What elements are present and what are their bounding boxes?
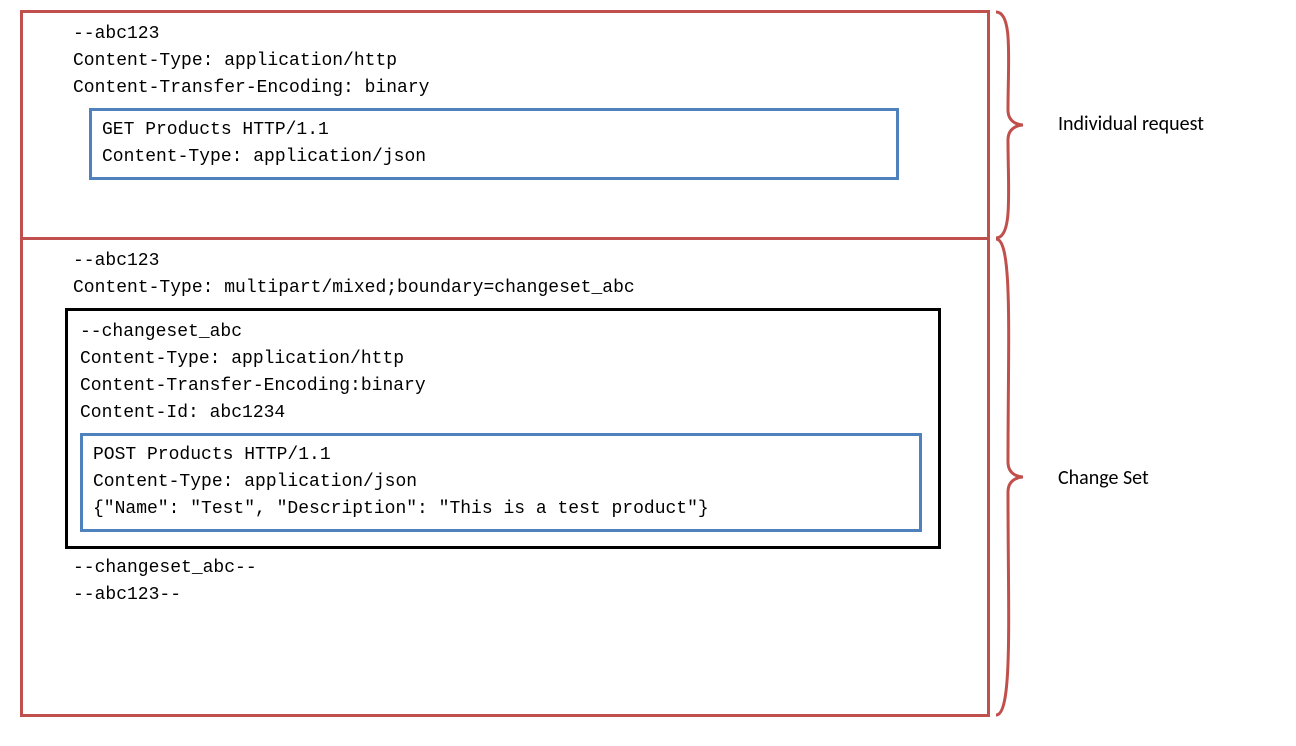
changeset-inner-box: --changeset_abc Content-Type: applicatio… — [65, 308, 941, 549]
individual-request-box: --abc123 Content-Type: application/http … — [20, 10, 990, 240]
content-id-line: Content-Id: abc1234 — [80, 400, 928, 427]
content-type-line: Content-Type: application/http — [80, 346, 928, 373]
changeset-boundary-line: --changeset_abc — [80, 319, 928, 346]
boundary-line: --abc123 — [73, 21, 979, 48]
brace-change-set — [988, 237, 1048, 717]
batch-end-boundary: --abc123-- — [73, 582, 979, 609]
get-request-box: GET Products HTTP/1.1 Content-Type: appl… — [89, 108, 899, 180]
change-set-box: --abc123 Content-Type: multipart/mixed;b… — [20, 237, 990, 717]
post-request-box: POST Products HTTP/1.1 Content-Type: app… — [80, 433, 922, 532]
boundary-line: --abc123 — [73, 248, 979, 275]
change-set-label: Change Set — [1058, 466, 1149, 490]
content-type-line: Content-Type: application/json — [102, 144, 886, 171]
http-request-line: POST Products HTTP/1.1 — [93, 442, 909, 469]
content-transfer-encoding-line: Content-Transfer-Encoding: binary — [73, 75, 979, 102]
individual-request-label: Individual request — [1058, 112, 1204, 136]
content-type-line: Content-Type: application/http — [73, 48, 979, 75]
content-transfer-encoding-line: Content-Transfer-Encoding:binary — [80, 373, 928, 400]
content-type-line: Content-Type: application/json — [93, 469, 909, 496]
brace-individual-request — [988, 10, 1048, 240]
content-type-line: Content-Type: multipart/mixed;boundary=c… — [73, 275, 979, 302]
http-request-line: GET Products HTTP/1.1 — [102, 117, 886, 144]
json-body-line: {"Name": "Test", "Description": "This is… — [93, 496, 909, 523]
changeset-end-boundary: --changeset_abc-- — [73, 555, 979, 582]
